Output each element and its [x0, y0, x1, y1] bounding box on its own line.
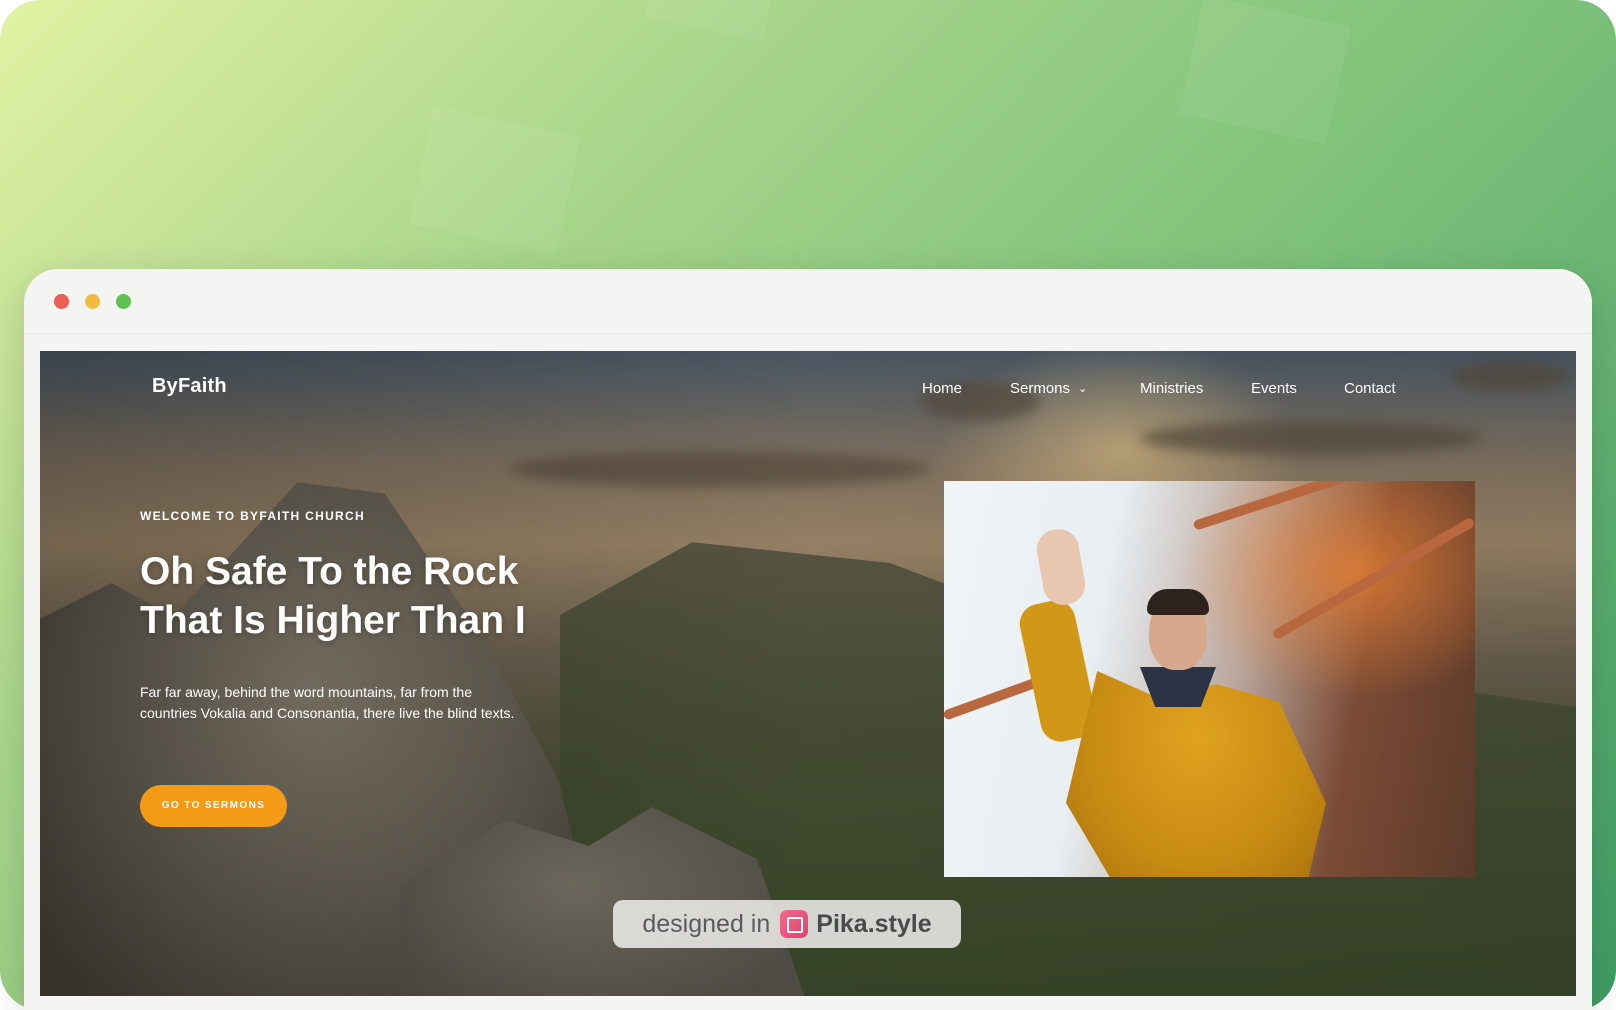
main-nav: Home Sermons ⌄ Ministries Events Contact: [40, 380, 1576, 400]
watermark-prefix: designed in: [642, 910, 771, 938]
pika-watermark[interactable]: designed in Pika.style: [613, 900, 961, 948]
go-to-sermons-button[interactable]: GO TO SERMONS: [140, 785, 287, 827]
nav-ministries[interactable]: Ministries: [1140, 380, 1203, 397]
pika-crop-icon: [780, 910, 809, 938]
browser-window: ByFaith Home Sermons ⌄ Ministries Events …: [24, 269, 1592, 1010]
hero-headline: Oh Safe To the Rock That Is Higher Than …: [140, 547, 580, 645]
minimize-window-button[interactable]: [85, 294, 100, 309]
photo-person-hair: [1147, 589, 1209, 615]
decorative-square: [1179, 0, 1351, 145]
hero-eyebrow: WELCOME TO BYFAITH CHURCH: [140, 509, 365, 523]
browser-titlebar: [24, 269, 1592, 334]
hero-photo: [944, 481, 1475, 877]
nav-home[interactable]: Home: [922, 380, 962, 397]
hero-headline-line-2: That Is Higher Than I: [140, 599, 526, 642]
hero-description: Far far away, behind the word mountains,…: [140, 684, 515, 721]
decorative-square: [645, 0, 775, 42]
hero-section: ByFaith Home Sermons ⌄ Ministries Events …: [40, 351, 1576, 996]
maximize-window-button[interactable]: [116, 294, 131, 309]
nav-contact[interactable]: Contact: [1344, 380, 1396, 397]
hero-headline-line-1: Oh Safe To the Rock: [140, 550, 519, 593]
decorative-square: [409, 105, 581, 255]
nav-sermons-label: Sermons: [1010, 380, 1071, 397]
nav-events[interactable]: Events: [1251, 380, 1297, 397]
watermark-brand: Pika.style: [816, 910, 932, 938]
chevron-down-icon: ⌄: [1078, 383, 1088, 395]
photo-raised-hand: [1033, 525, 1089, 609]
close-window-button[interactable]: [54, 294, 69, 309]
nav-sermons[interactable]: Sermons ⌄: [1010, 380, 1087, 397]
